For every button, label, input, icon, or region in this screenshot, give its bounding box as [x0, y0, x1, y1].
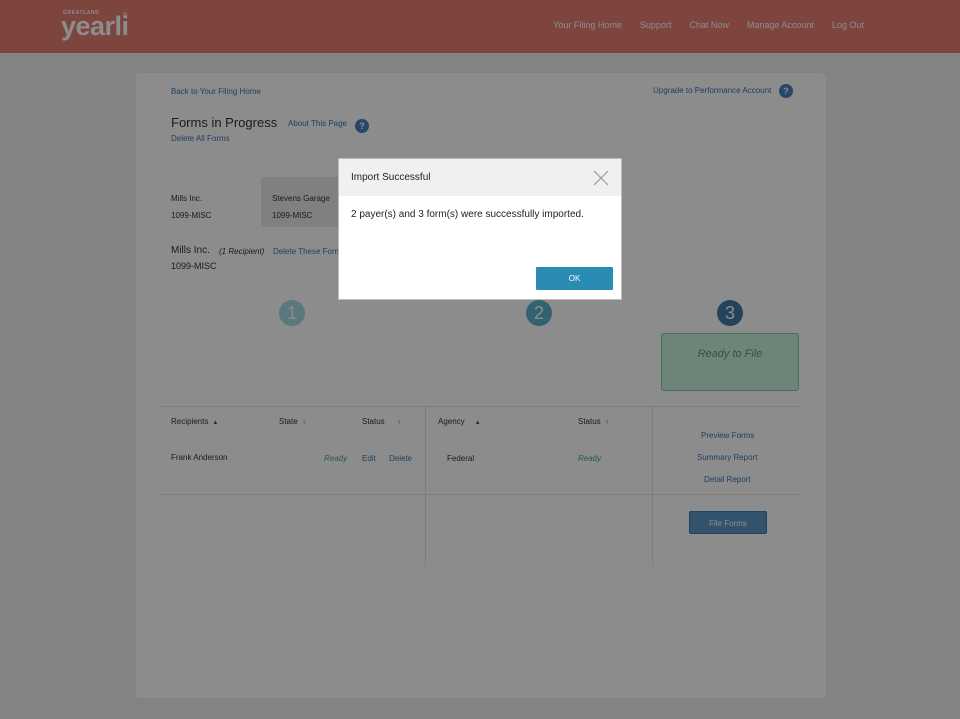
- ok-button[interactable]: OK: [536, 267, 613, 290]
- dialog-header: Import Successful: [339, 159, 621, 196]
- modal-backdrop: [0, 0, 960, 719]
- close-icon[interactable]: [591, 168, 611, 188]
- dialog-title: Import Successful: [351, 172, 431, 183]
- import-success-dialog: Import Successful 2 payer(s) and 3 form(…: [338, 158, 622, 300]
- dialog-message: 2 payer(s) and 3 form(s) were successful…: [351, 209, 584, 220]
